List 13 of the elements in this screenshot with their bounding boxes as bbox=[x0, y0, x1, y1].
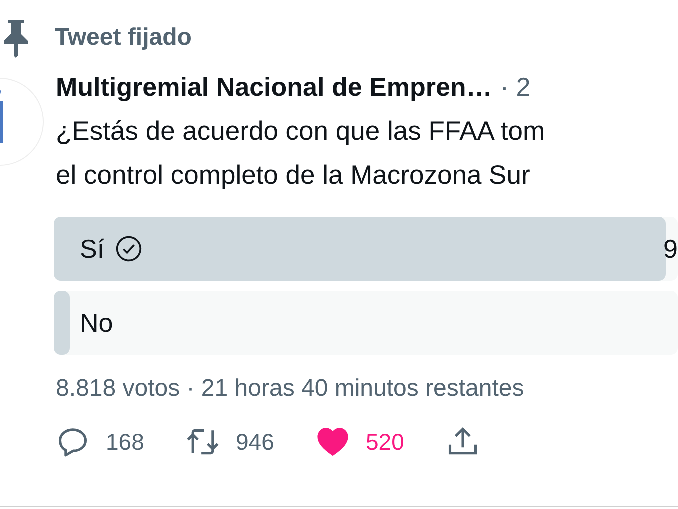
tweet-text: ¿Estás de acuerdo con que las FFAA tom el control completo de la Macrozona Sur bbox=[56, 115, 546, 192]
tweet-time: · 2 bbox=[500, 72, 531, 103]
pin-icon bbox=[1, 18, 31, 58]
action-count: 520 bbox=[366, 428, 404, 456]
author-name[interactable]: Multigremial Nacional de Empren… bbox=[56, 72, 492, 103]
pinned-label: Tweet fijado bbox=[55, 24, 192, 52]
action-count: 946 bbox=[236, 428, 274, 456]
option-label: No bbox=[80, 308, 114, 338]
action-count: 168 bbox=[106, 428, 144, 456]
heart-icon[interactable] bbox=[316, 425, 350, 459]
option-label: Sí bbox=[80, 234, 105, 264]
poll-summary: 8.818 votos · 21 horas 40 minutos restantes bbox=[56, 375, 526, 403]
option-percent: 9 bbox=[664, 234, 678, 264]
